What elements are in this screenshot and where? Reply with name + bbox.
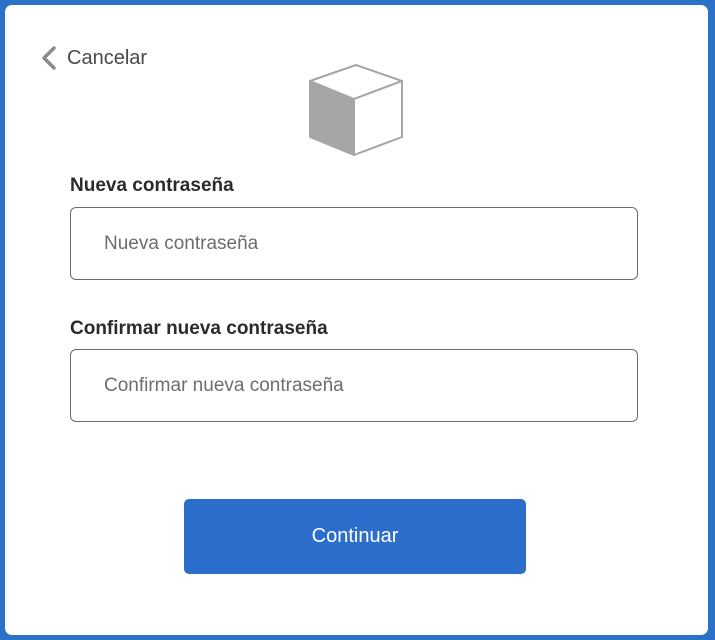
new-password-label: Nueva contraseña [70,175,234,196]
confirm-password-label: Confirmar nueva contraseña [70,318,328,339]
cancel-link[interactable]: Cancelar [39,45,147,71]
cube-icon [309,64,403,157]
chevron-left-icon [42,46,56,70]
cancel-label: Cancelar [67,46,148,69]
password-reset-card: Cancelar Nueva contraseña Confirmar nuev… [5,5,708,635]
confirm-password-input[interactable] [70,349,638,422]
continue-button[interactable]: Continuar [184,499,526,574]
new-password-input[interactable] [70,207,638,280]
